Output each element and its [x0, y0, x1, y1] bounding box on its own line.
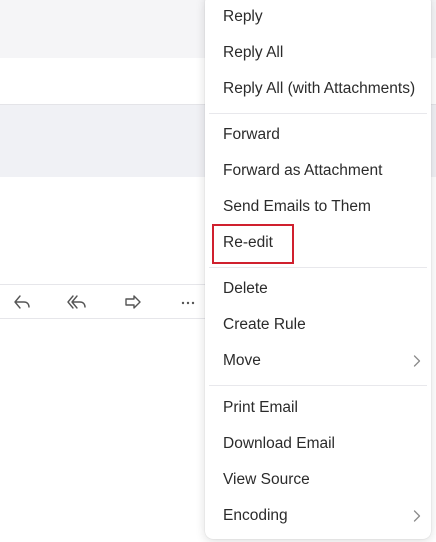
mail-window: Reply Reply All Reply All (with Attachme… — [0, 0, 436, 542]
menu-item-forward-as-attachment[interactable]: Forward as Attachment — [205, 154, 431, 188]
menu-item-label: Download Email — [223, 435, 335, 452]
reply-icon — [14, 294, 30, 309]
menu-item-label: Reply All — [223, 44, 284, 61]
menu-item-label: Forward — [223, 126, 280, 143]
chevron-right-icon — [413, 355, 421, 367]
menu-item-send-emails-to-them[interactable]: Send Emails to Them — [205, 190, 431, 224]
menu-item-label: Reply — [223, 8, 263, 25]
reply-button[interactable] — [5, 285, 39, 318]
menu-item-label: Encoding — [223, 507, 288, 524]
message-action-bar — [0, 284, 220, 319]
menu-divider — [209, 113, 427, 114]
menu-item-label: Forward as Attachment — [223, 162, 383, 179]
menu-item-view-source[interactable]: View Source — [205, 463, 431, 497]
chevron-right-icon — [413, 510, 421, 522]
menu-item-delete[interactable]: Delete — [205, 272, 431, 306]
menu-item-label: Send Emails to Them — [223, 198, 371, 215]
menu-divider — [209, 267, 427, 268]
menu-item-encoding[interactable]: Encoding — [205, 499, 431, 533]
menu-item-label: View Source — [223, 471, 310, 488]
forward-button[interactable] — [116, 285, 150, 318]
menu-item-label: Reply All (with Attachments) — [223, 80, 416, 97]
menu-item-label: Move — [223, 352, 261, 369]
menu-item-label: Delete — [223, 280, 268, 297]
menu-item-create-rule[interactable]: Create Rule — [205, 308, 431, 342]
menu-item-reply-all-with-attachments[interactable]: Reply All (with Attachments) — [205, 72, 431, 106]
menu-divider — [209, 385, 427, 386]
reply-all-button[interactable] — [60, 285, 94, 318]
menu-item-label: Create Rule — [223, 316, 306, 333]
menu-item-print-email[interactable]: Print Email — [205, 391, 431, 425]
reply-all-icon — [67, 294, 86, 309]
forward-icon — [125, 294, 141, 309]
menu-item-download-email[interactable]: Download Email — [205, 427, 431, 461]
context-menu: Reply Reply All Reply All (with Attachme… — [205, 0, 431, 539]
menu-item-reply[interactable]: Reply — [205, 0, 431, 34]
more-button[interactable] — [171, 285, 205, 318]
menu-item-re-edit[interactable]: Re-edit — [205, 226, 431, 260]
menu-item-label: Re-edit — [223, 234, 273, 251]
menu-item-move[interactable]: Move — [205, 344, 431, 378]
menu-item-forward[interactable]: Forward — [205, 118, 431, 152]
more-icon — [181, 301, 195, 304]
menu-item-reply-all[interactable]: Reply All — [205, 36, 431, 70]
menu-item-label: Print Email — [223, 399, 298, 416]
